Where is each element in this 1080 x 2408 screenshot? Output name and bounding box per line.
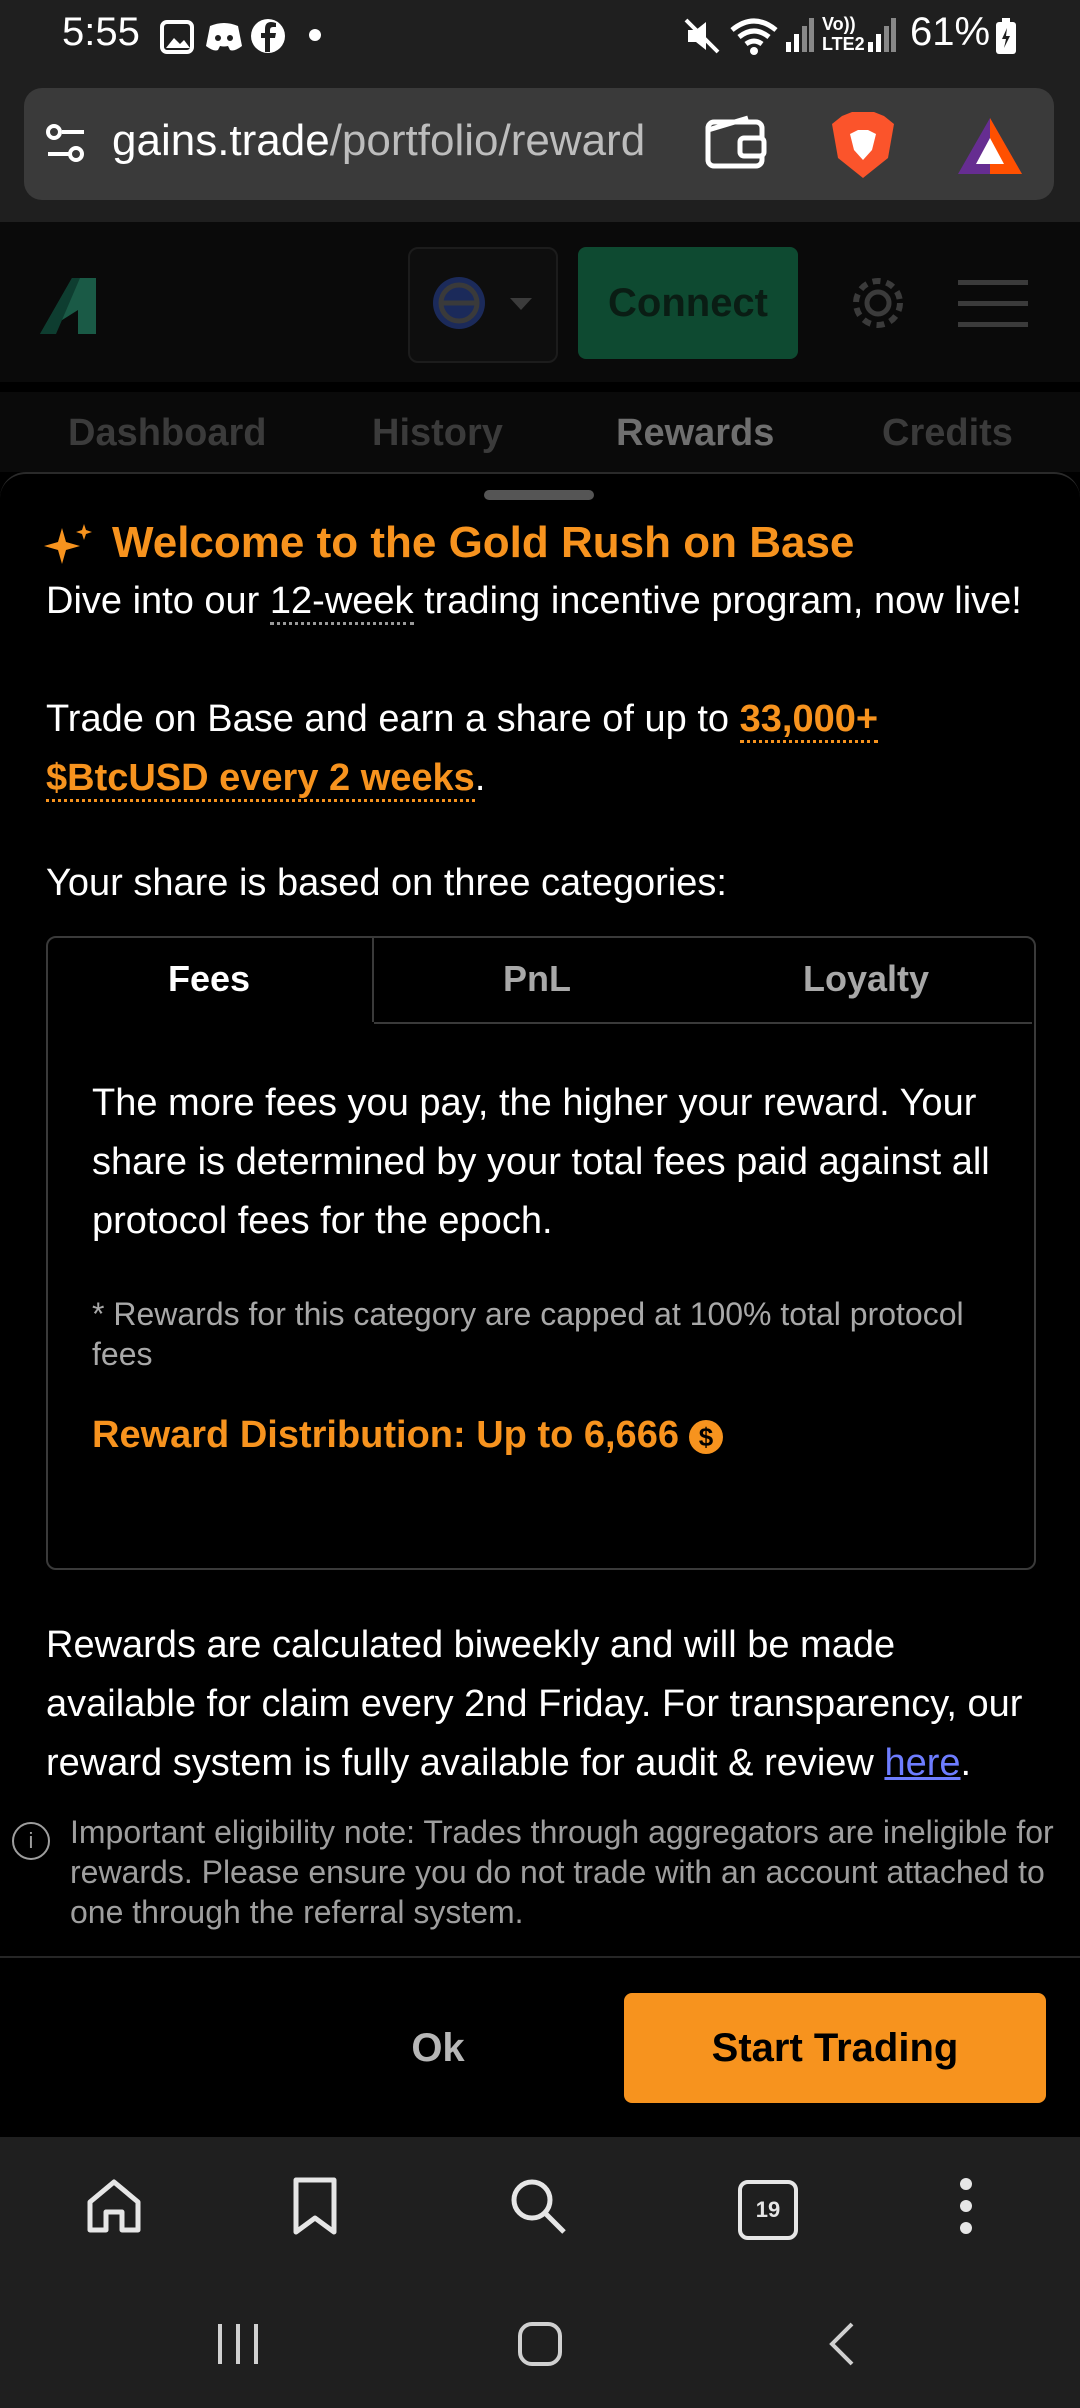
- sparkles-icon: [44, 524, 92, 564]
- signal-icon: [786, 18, 814, 52]
- home-button-icon[interactable]: [516, 2320, 564, 2368]
- gear-icon[interactable]: [848, 273, 908, 333]
- more-options-icon[interactable]: [954, 2176, 978, 2236]
- dot-icon: [309, 29, 321, 41]
- hamburger-menu-icon[interactable]: [958, 278, 1028, 328]
- site-settings-icon[interactable]: [44, 122, 88, 166]
- discord-icon: [206, 23, 242, 51]
- tab-credits[interactable]: Credits: [882, 412, 1013, 455]
- brave-shields-icon[interactable]: [830, 110, 896, 180]
- intro-post: trading incentive program, now live!: [413, 580, 1022, 622]
- back-icon[interactable]: [824, 2320, 858, 2368]
- battery-percent: 61%: [910, 10, 991, 54]
- search-icon[interactable]: [508, 2176, 568, 2236]
- trade-post: .: [474, 757, 486, 799]
- calculation-text: Rewards are calculated biweekly and will…: [46, 1616, 1046, 1793]
- signal-icon: [868, 18, 896, 52]
- fees-description: The more fees you pay, the higher your r…: [92, 1082, 990, 1242]
- facebook-icon: [251, 19, 285, 53]
- category-panel: [46, 936, 1036, 1570]
- battery-icon: [996, 18, 1016, 54]
- wifi-icon: [730, 18, 778, 55]
- network-icon: [433, 277, 485, 329]
- categories-intro: Your share is based on three categories:: [46, 862, 727, 904]
- audit-link[interactable]: here: [884, 1742, 960, 1784]
- distribution-text: Reward Distribution: Up to 6,666: [92, 1414, 679, 1456]
- duration-tooltip[interactable]: 12-week: [269, 580, 414, 625]
- home-icon[interactable]: [84, 2176, 144, 2236]
- connect-button[interactable]: Connect: [578, 247, 798, 359]
- url-host: gains.trade: [112, 116, 330, 165]
- mute-icon: [684, 18, 720, 54]
- status-bar: 5:55 Vo)) LTE2 61%: [0, 0, 1080, 72]
- eligibility-note: Important eligibility note: Trades throu…: [70, 1814, 1054, 1930]
- status-time: 5:55: [62, 10, 140, 54]
- tab-fees[interactable]: Fees: [46, 936, 374, 1022]
- tabs-button[interactable]: 19: [738, 2180, 798, 2240]
- gains-logo-icon[interactable]: [36, 270, 102, 336]
- trade-pre: Trade on Base and earn a share of up to: [46, 698, 740, 740]
- image-icon: [160, 20, 194, 54]
- tab-rewards[interactable]: Rewards: [616, 412, 774, 455]
- intro-text: Dive into our 12-week trading incentive …: [46, 572, 1046, 631]
- reward-distribution: Reward Distribution: Up to 6,666 $: [92, 1414, 723, 1457]
- coin-icon: $: [688, 1419, 723, 1454]
- modal-title: Welcome to the Gold Rush on Base: [112, 518, 855, 567]
- url-text[interactable]: gains.trade/portfolio/reward: [112, 116, 677, 166]
- brave-rewards-icon[interactable]: [956, 116, 1024, 176]
- sheet-drag-handle[interactable]: [484, 490, 594, 500]
- footer-divider: [0, 1956, 1080, 1958]
- tab-dashboard[interactable]: Dashboard: [68, 412, 266, 455]
- bookmark-icon[interactable]: [290, 2176, 340, 2236]
- intro-pre: Dive into our: [46, 580, 270, 622]
- trade-text: Trade on Base and earn a share of up to …: [46, 690, 1046, 808]
- recent-apps-icon[interactable]: [214, 2322, 264, 2366]
- tab-history[interactable]: History: [372, 412, 503, 455]
- tab-loyalty[interactable]: Loyalty: [700, 936, 1032, 1024]
- calc-post: .: [960, 1742, 972, 1784]
- fees-cap-note: * Rewards for this category are capped a…: [92, 1296, 964, 1372]
- volte-icon: Vo)) LTE2: [822, 14, 865, 54]
- url-path: /portfolio/reward: [329, 116, 646, 165]
- info-icon: i: [12, 1822, 50, 1860]
- calc-pre: Rewards are calculated biweekly and will…: [46, 1624, 1023, 1784]
- chevron-down-icon: [510, 298, 532, 310]
- ok-button[interactable]: Ok: [360, 1993, 516, 2103]
- start-trading-button[interactable]: Start Trading: [624, 1993, 1046, 2103]
- category-tabs: Fees PnL Loyalty: [46, 936, 1036, 1024]
- wallet-icon[interactable]: [704, 114, 768, 172]
- tab-pnl[interactable]: PnL: [374, 936, 700, 1024]
